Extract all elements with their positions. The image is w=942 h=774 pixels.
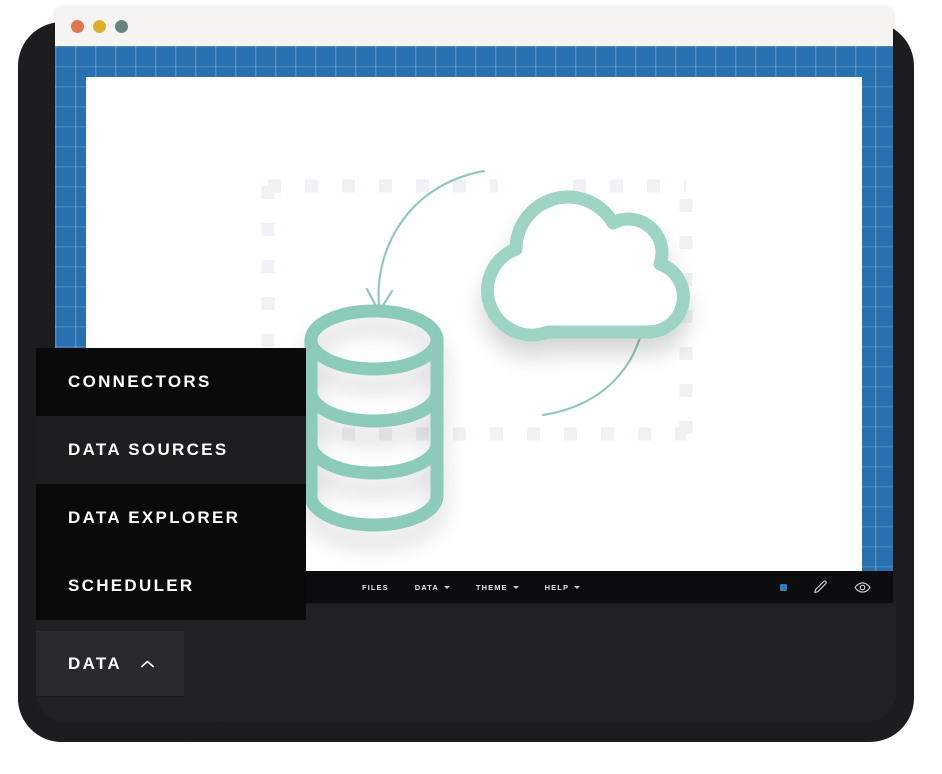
chevron-down-icon [574, 585, 581, 589]
toolbar-item-help[interactable]: HELP [544, 582, 581, 592]
close-button[interactable] [71, 19, 84, 33]
toolbar-item-data[interactable]: DATA [415, 583, 450, 592]
menu-item-scheduler-label: SCHEDULER [68, 576, 195, 595]
menu-item-connectors-label: CONNECTORS [68, 372, 212, 391]
menu-item-data-explorer-label: DATA EXPLORER [68, 508, 241, 527]
toolbar-item-files[interactable]: FILES [362, 583, 389, 592]
data-menu-toggle-button[interactable]: DATA [36, 631, 184, 697]
menu-item-data-sources-label: DATA SOURCES [68, 440, 229, 459]
menu-item-data-explorer[interactable]: DATA EXPLORER [36, 484, 306, 552]
toolbar-item-theme[interactable]: THEME [476, 583, 519, 592]
eye-icon[interactable] [854, 579, 871, 596]
maximize-button[interactable] [115, 19, 128, 33]
chevron-down-icon [443, 585, 450, 589]
chevron-down-icon [512, 585, 519, 589]
toolbar-item-files-label: FILES [362, 582, 389, 592]
minimize-button[interactable] [93, 19, 106, 33]
cloud-icon [481, 190, 690, 342]
data-flyout-menu: CONNECTORS DATA SOURCES DATA EXPLORER SC… [36, 348, 306, 620]
toolbar-actions-group [780, 579, 893, 596]
data-menu-toggle-label: DATA [68, 653, 122, 673]
database-icon [304, 304, 444, 532]
menu-item-data-sources[interactable]: DATA SOURCES [36, 416, 306, 484]
toolbar-item-data-label: DATA [414, 582, 439, 592]
toolbar-item-theme-label: THEME [475, 582, 508, 592]
toolbar-item-help-label: HELP [544, 582, 570, 592]
status-dot-icon[interactable] [780, 583, 787, 591]
menu-item-connectors[interactable]: CONNECTORS [36, 348, 306, 416]
pencil-icon[interactable] [812, 579, 829, 596]
menu-item-scheduler[interactable]: SCHEDULER [36, 552, 306, 620]
chevron-up-icon [140, 660, 154, 667]
screenshot-root: FILES DATA THEME HELP CONNECTORS DATA SO… [0, 0, 942, 774]
window-titlebar [55, 6, 893, 46]
